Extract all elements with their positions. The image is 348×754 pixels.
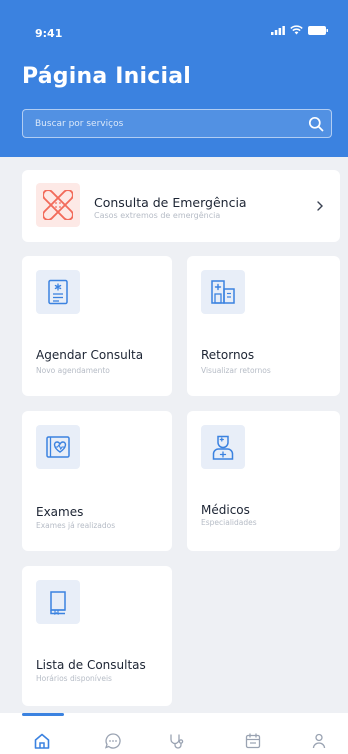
- active-tab-indicator: [22, 713, 64, 716]
- tile-subtitle: Horários disponíveis: [36, 674, 112, 683]
- exams-card[interactable]: Exames Exames já realizados: [22, 411, 172, 551]
- doctor-icon: [212, 435, 234, 460]
- hospital-icon: [211, 280, 235, 304]
- bandage-icon: [43, 190, 73, 220]
- status-icons: [271, 25, 328, 35]
- nav-calendar[interactable]: [242, 730, 264, 752]
- tile-subtitle: Especialidades: [201, 518, 257, 527]
- chevron-right-icon: [317, 201, 323, 211]
- page-title: Página Inicial: [22, 64, 191, 89]
- search-button[interactable]: [305, 113, 327, 135]
- tile-subtitle: Visualizar retornos: [201, 366, 271, 375]
- tile-icon-box: [201, 425, 245, 469]
- profile-icon: [312, 733, 326, 749]
- nav-home[interactable]: [31, 730, 53, 752]
- battery-icon: [308, 25, 328, 35]
- tile-icon-box: [36, 580, 80, 624]
- nav-chat[interactable]: [102, 730, 124, 752]
- home-icon: [34, 733, 50, 749]
- tile-title: Exames: [36, 505, 84, 519]
- search-bar: [22, 109, 332, 138]
- heart-monitor-icon: [46, 436, 70, 458]
- book-icon: [50, 591, 66, 615]
- tile-icon-box: [36, 425, 80, 469]
- schedule-appointment-card[interactable]: Agendar Consulta Novo agendamento: [22, 256, 172, 396]
- emergency-icon-box: [36, 183, 80, 227]
- search-input[interactable]: [23, 110, 293, 137]
- search-icon: [308, 116, 324, 132]
- header: 9:41 Página Inicial: [0, 0, 348, 157]
- status-bar: 9:41: [0, 0, 348, 50]
- tile-subtitle: Novo agendamento: [36, 366, 110, 375]
- nav-stethoscope[interactable]: [166, 730, 188, 752]
- emergency-subtitle: Casos extremos de emergência: [94, 211, 221, 220]
- tile-title: Retornos: [201, 348, 255, 362]
- status-time: 9:41: [35, 27, 63, 40]
- medical-document-icon: [48, 279, 68, 305]
- signal-icon: [271, 25, 285, 35]
- appointments-list-card[interactable]: Lista de Consultas Horários disponíveis: [22, 566, 172, 706]
- nav-profile[interactable]: [308, 730, 330, 752]
- tile-subtitle: Exames já realizados: [36, 521, 116, 530]
- stethoscope-icon: [170, 734, 184, 749]
- emergency-consultation-card[interactable]: Consulta de Emergência Casos extremos de…: [22, 170, 340, 242]
- bottom-navigation: [0, 713, 348, 754]
- tile-title: Médicos: [201, 503, 250, 517]
- returns-card[interactable]: Retornos Visualizar retornos: [187, 256, 340, 396]
- doctors-card[interactable]: Médicos Especialidades: [187, 411, 340, 551]
- tile-title: Lista de Consultas: [36, 658, 146, 672]
- emergency-title: Consulta de Emergência: [94, 195, 247, 210]
- tile-title: Agendar Consulta: [36, 348, 144, 362]
- chat-icon: [104, 733, 121, 749]
- tile-icon-box: [201, 270, 245, 314]
- calendar-icon: [245, 733, 261, 749]
- tile-icon-box: [36, 270, 80, 314]
- wifi-icon: [290, 25, 303, 35]
